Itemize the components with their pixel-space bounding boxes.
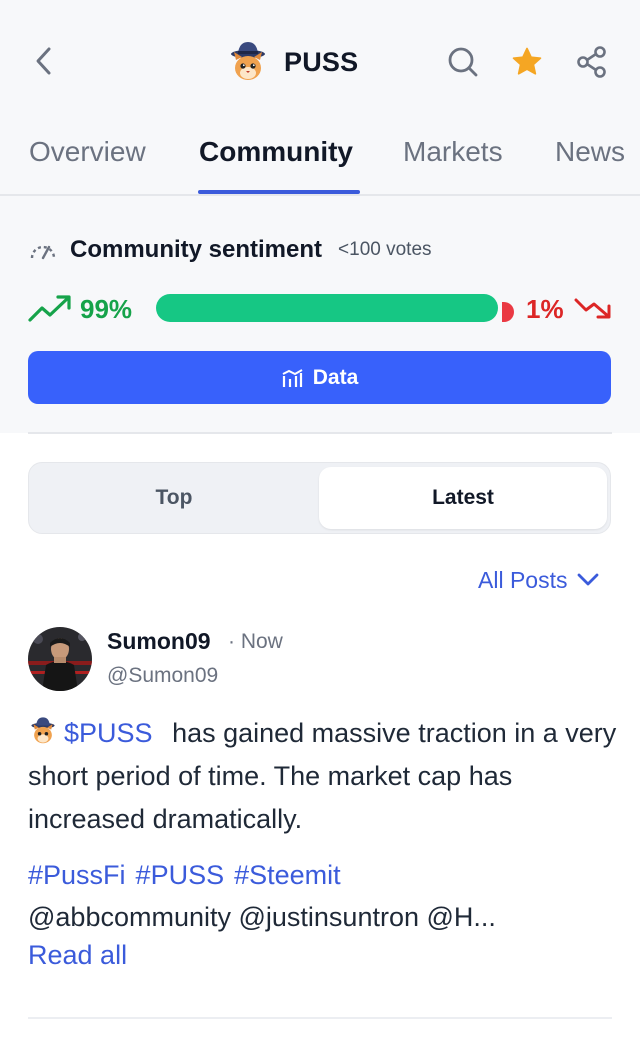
active-tab-indicator bbox=[198, 190, 360, 194]
hashtag-link[interactable]: #Steemit bbox=[234, 860, 341, 890]
bearish-fill bbox=[502, 302, 514, 322]
coin-name: PUSS bbox=[284, 46, 359, 77]
sentiment-header: Community sentiment <100 votes bbox=[28, 230, 432, 270]
share-icon bbox=[577, 46, 606, 78]
post-author-handle[interactable]: @Sumon09 bbox=[107, 664, 218, 688]
chevron-left-icon bbox=[36, 47, 51, 75]
sentiment-bar-row: 99% 1% bbox=[28, 290, 612, 330]
vote-count: <100 votes bbox=[338, 239, 432, 260]
post-hashtags: #PussFi #PUSS #Steemit bbox=[28, 860, 351, 891]
avatar[interactable] bbox=[28, 627, 92, 691]
hashtag-link[interactable]: #PussFi bbox=[28, 860, 126, 890]
search-button[interactable] bbox=[443, 42, 483, 82]
post-body: $PUSS has gained massive traction in a v… bbox=[28, 712, 618, 841]
post-time: · Now bbox=[228, 630, 283, 653]
data-button-label: Data bbox=[312, 365, 359, 389]
post-author-name[interactable]: Sumon09 bbox=[107, 628, 211, 655]
chart-icon bbox=[282, 368, 303, 387]
read-all-link[interactable]: Read all bbox=[28, 940, 127, 971]
watchlist-star-button[interactable] bbox=[507, 42, 547, 82]
tab-overview[interactable]: Overview bbox=[29, 136, 146, 168]
share-button[interactable] bbox=[572, 42, 612, 82]
cashtag-link[interactable]: $PUSS bbox=[64, 718, 153, 748]
data-button[interactable]: Data bbox=[28, 351, 611, 404]
section-divider bbox=[28, 432, 612, 434]
post-mentions[interactable]: @abbcommunity @justinsuntron @H... bbox=[28, 902, 496, 933]
avatar-image bbox=[28, 627, 92, 691]
trend-up-icon bbox=[28, 295, 71, 322]
segment-latest[interactable]: Latest bbox=[319, 467, 607, 529]
puss-logo-icon bbox=[231, 42, 265, 80]
app-header: PUSS bbox=[0, 0, 640, 120]
back-button[interactable] bbox=[28, 44, 58, 78]
star-icon bbox=[512, 47, 542, 75]
bearish-percent: 1% bbox=[526, 294, 564, 324]
bullish-percent: 99% bbox=[80, 294, 133, 324]
trend-down-icon bbox=[574, 298, 611, 319]
search-icon bbox=[448, 47, 478, 77]
coin-title: PUSS bbox=[228, 38, 358, 86]
segment-top[interactable]: Top bbox=[29, 463, 319, 533]
tab-news[interactable]: News bbox=[555, 136, 625, 168]
sentiment-bar bbox=[156, 294, 514, 322]
gauge-icon bbox=[30, 245, 56, 260]
puss-logo-icon bbox=[31, 717, 55, 744]
tab-community[interactable]: Community bbox=[199, 136, 353, 168]
sentiment-title: Community sentiment bbox=[70, 236, 323, 263]
all-posts-dropdown[interactable]: All Posts bbox=[478, 562, 599, 598]
hashtag-link[interactable]: #PUSS bbox=[136, 860, 225, 890]
all-posts-label: All Posts bbox=[478, 566, 568, 593]
coin-tabs: Overview Community Markets News bbox=[0, 118, 640, 196]
chevron-down-icon bbox=[578, 573, 599, 586]
bullish-fill bbox=[156, 294, 498, 322]
tab-markets[interactable]: Markets bbox=[403, 136, 503, 168]
post-divider bbox=[28, 1017, 612, 1019]
sort-segmented-control: Top Latest bbox=[28, 462, 611, 534]
